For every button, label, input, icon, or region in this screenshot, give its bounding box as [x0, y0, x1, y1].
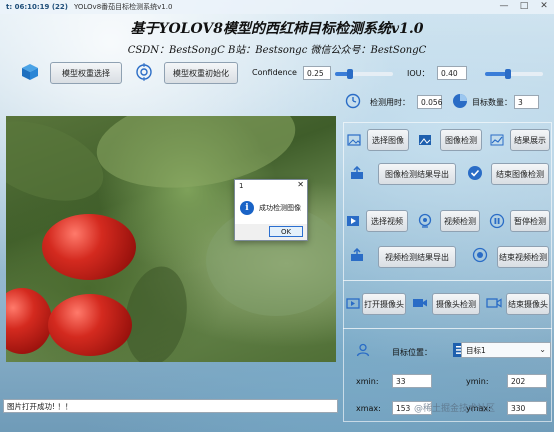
confidence-slider[interactable]	[335, 69, 393, 79]
close-button[interactable]: ✕	[534, 1, 554, 11]
camera-stop-icon	[486, 296, 502, 310]
select-video-button[interactable]: 选择视频	[366, 210, 408, 232]
target-position-label: 目标位置：	[392, 348, 432, 357]
ymin-value: 202	[507, 374, 547, 388]
dialog-message: 成功检测图像	[259, 204, 301, 212]
window-title: YOLOv8番茄目标检测系统v1.0	[73, 3, 173, 11]
target-select-value: 目标1	[466, 345, 486, 355]
time-value: 0.056	[417, 95, 442, 109]
message-dialog: 1 ✕ i 成功检测图像 OK	[234, 179, 308, 241]
iou-label: IOU：	[407, 69, 430, 78]
select-image-button[interactable]: 选择图像	[367, 129, 409, 151]
dialog-close-button[interactable]: ✕	[297, 180, 304, 189]
chevron-down-icon: ⌄	[539, 345, 546, 354]
leaf-shape	[6, 116, 115, 217]
tomato-fruit	[6, 288, 52, 354]
image-detect-icon	[418, 133, 432, 147]
camera-open-icon	[346, 296, 360, 310]
info-icon: i	[240, 201, 254, 215]
video-export-icon	[350, 248, 364, 262]
panel-divider	[343, 280, 552, 281]
pause-detect-button[interactable]: 暂停检测	[510, 210, 550, 232]
iou-input[interactable]: 0.40	[437, 66, 467, 80]
video-camera-icon	[412, 296, 428, 310]
webcam-icon	[417, 213, 433, 229]
show-result-button[interactable]: 结果展示	[510, 129, 550, 151]
dialog-ok-button[interactable]: OK	[269, 226, 303, 237]
ymin-label: ymin:	[466, 377, 489, 386]
target-icon	[135, 63, 153, 81]
xmin-value: 33	[392, 374, 432, 388]
export-icon	[350, 166, 364, 180]
cube-icon	[21, 63, 39, 81]
minimize-button[interactable]: —	[494, 1, 514, 11]
titlebar-clock: t: 06:10:19 (22)	[6, 3, 68, 11]
app-subtitle: CSDN：BestSongC B站：Bestsongc 微信公众号：BestSo…	[127, 45, 427, 56]
select-weights-button[interactable]: 模型权重选择	[50, 62, 122, 84]
end-image-detection-button[interactable]: 结束图像检测	[491, 163, 549, 185]
iou-slider[interactable]	[485, 69, 543, 79]
panel-divider	[343, 328, 552, 329]
maximize-button[interactable]: □	[514, 1, 534, 11]
confidence-slider-thumb[interactable]	[346, 69, 353, 79]
time-label: 检测用时：	[370, 98, 410, 107]
dialog-body: i 成功检测图像	[235, 192, 307, 224]
dialog-title: 1	[239, 182, 244, 190]
chart-icon	[490, 133, 504, 147]
detect-image-button[interactable]: 图像检测	[440, 129, 482, 151]
end-camera-button[interactable]: 结束摄像头	[506, 293, 550, 315]
dialog-titlebar: 1 ✕	[235, 180, 307, 192]
confidence-label: Confidence	[252, 68, 297, 77]
image-icon	[347, 133, 361, 147]
check-circle-icon	[467, 165, 483, 181]
status-bar: 图片打开成功! ！！	[3, 399, 338, 413]
pause-icon	[489, 213, 505, 229]
ymax-value: 330	[507, 401, 547, 415]
detect-video-button[interactable]: 视频检测	[440, 210, 480, 232]
video-file-icon	[346, 214, 360, 228]
confidence-input[interactable]: 0.25	[303, 66, 331, 80]
stop-circle-icon	[472, 247, 488, 263]
camera-detect-button[interactable]: 摄像头检测	[432, 293, 480, 315]
stem-shape	[117, 261, 195, 362]
end-video-detection-button[interactable]: 结束视频检测	[497, 246, 549, 268]
open-camera-button[interactable]: 打开摄像头	[362, 293, 406, 315]
init-weights-button[interactable]: 模型权重初始化	[164, 62, 238, 84]
pie-icon	[452, 93, 468, 109]
xmin-label: xmin:	[356, 377, 379, 386]
count-label: 目标数量：	[472, 98, 512, 107]
clock-icon	[345, 93, 361, 109]
export-video-result-button[interactable]: 视频检测结果导出	[378, 246, 456, 268]
window-titlebar: t: 06:10:19 (22) YOLOv8番茄目标检测系统v1.0 — □ …	[0, 0, 554, 14]
count-value: 3	[514, 95, 539, 109]
app-title: 基于YOLOV8模型的西红柿目标检测系统v1.0	[130, 21, 424, 37]
export-image-result-button[interactable]: 图像检测结果导出	[378, 163, 456, 185]
tomato-fruit	[42, 214, 136, 280]
xmax-label: xmax:	[356, 404, 381, 413]
user-icon	[356, 343, 370, 357]
watermark: @稀土掘金技术社区	[414, 404, 496, 414]
target-select[interactable]: 目标1 ⌄	[461, 342, 551, 358]
tomato-fruit	[48, 294, 132, 356]
iou-slider-thumb[interactable]	[505, 69, 512, 79]
